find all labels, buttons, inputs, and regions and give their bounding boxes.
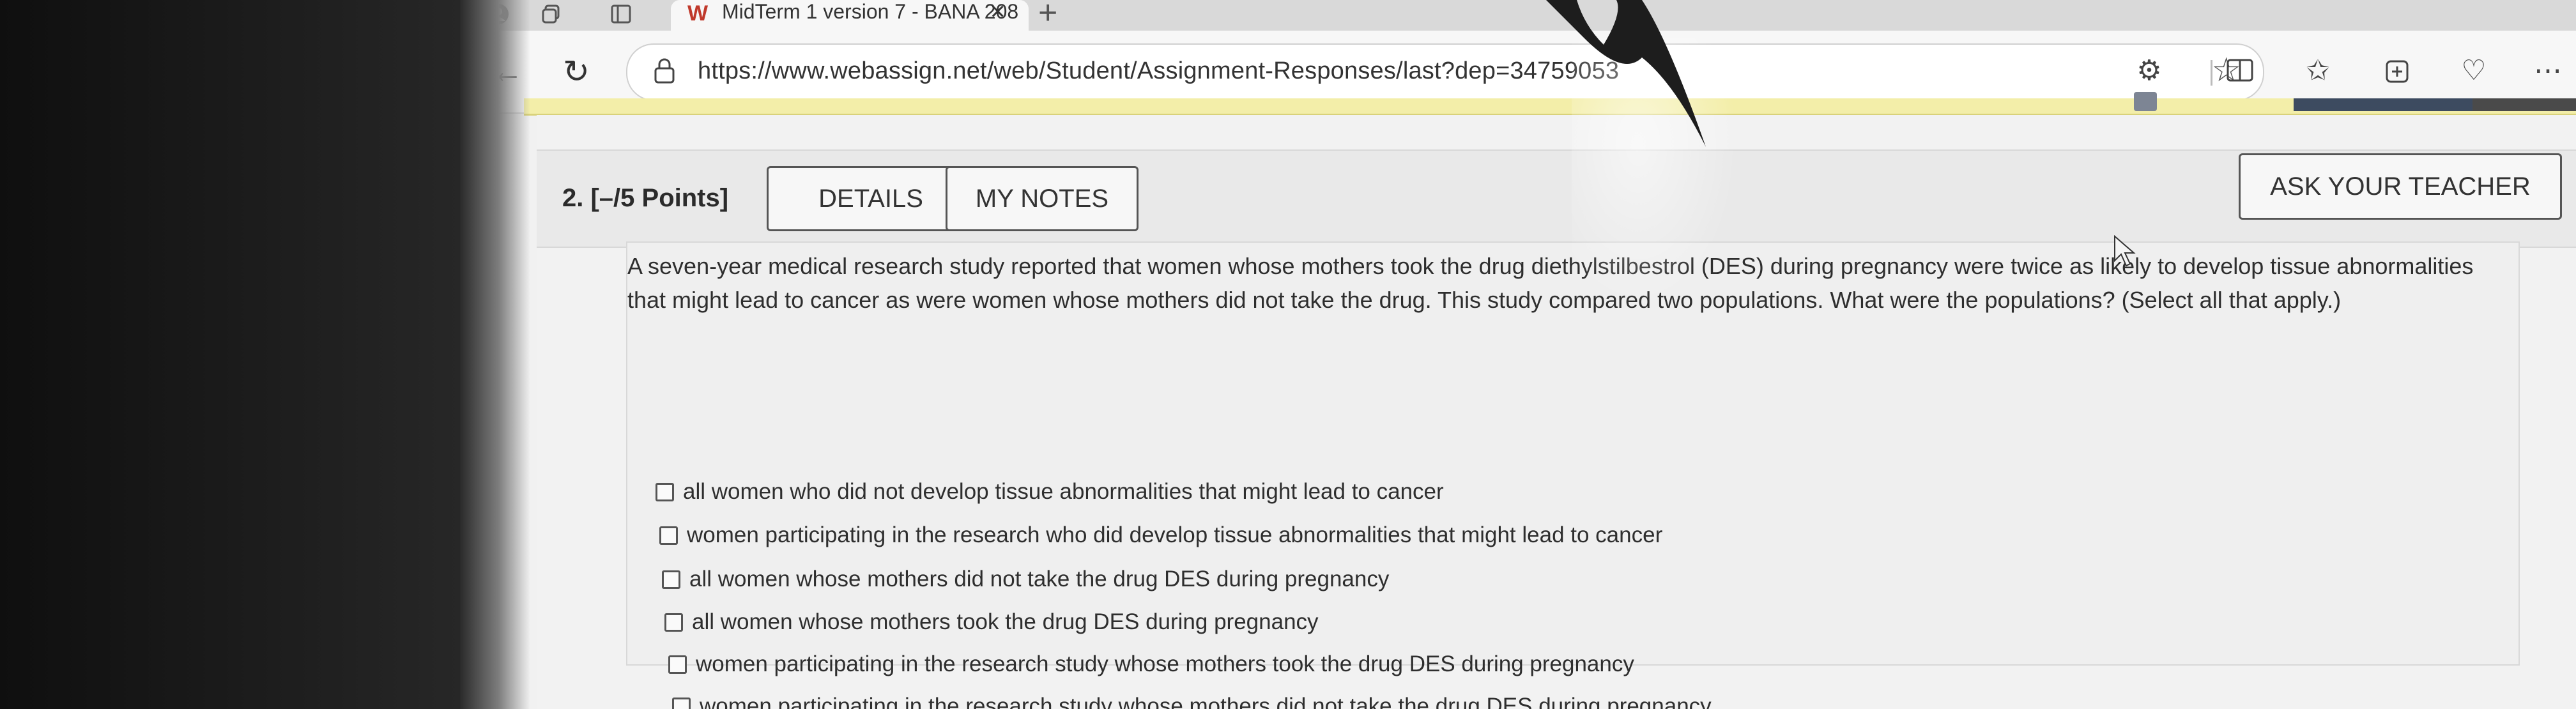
back-icon[interactable]: ←: [486, 50, 529, 93]
url-text[interactable]: https://www.webassign.net/web/Student/As…: [698, 57, 1619, 85]
option-3[interactable]: all women whose mothers did not take the…: [662, 567, 1389, 592]
details-button[interactable]: DETAILS: [767, 166, 975, 231]
response-banner: [524, 98, 2576, 116]
assignment-page: 2. [–/5 Points] DETAILS MY NOTES ASK YOU…: [537, 115, 2576, 709]
split-screen-icon[interactable]: [2220, 50, 2260, 91]
option-1[interactable]: all women who did not develop tissue abn…: [656, 479, 1444, 505]
toolbar-separator: [2211, 60, 2212, 86]
option-label: all women whose mothers took the drug DE…: [692, 609, 1319, 634]
my-notes-button[interactable]: MY NOTES: [946, 166, 1138, 231]
ask-your-teacher-button[interactable]: ASK YOUR TEACHER: [2239, 153, 2562, 220]
option-2[interactable]: women participating in the research who …: [659, 522, 1662, 548]
browser-essentials-icon[interactable]: ♡: [2453, 50, 2494, 91]
workspaces-icon[interactable]: [540, 1, 565, 27]
question-text: A seven-year medical research study repo…: [627, 253, 2474, 313]
laptop-bezel: [0, 0, 524, 709]
tab-actions-icon[interactable]: [608, 1, 634, 27]
favorites-icon[interactable]: ✩: [2297, 50, 2338, 91]
option-label: women participating in the research stud…: [700, 694, 1712, 709]
option-label: all women who did not develop tissue abn…: [683, 479, 1444, 504]
address-bar[interactable]: https://www.webassign.net/web/Student/As…: [626, 43, 2264, 101]
banner-strip-end: [2472, 98, 2576, 111]
option-label: all women whose mothers did not take the…: [689, 567, 1390, 591]
question-points-label: 2. [–/5 Points]: [562, 184, 729, 212]
option-6[interactable]: women participating in the research stud…: [672, 694, 1712, 709]
tab-bar: W MidTerm 1 version 7 - BANA 208 × +: [460, 0, 2576, 31]
webassign-favicon: W: [687, 1, 709, 26]
new-tab-icon[interactable]: +: [1038, 0, 1057, 32]
option-checkbox[interactable]: [659, 526, 678, 545]
option-checkbox[interactable]: [662, 570, 680, 589]
refresh-icon[interactable]: ↻: [555, 50, 598, 93]
active-tab[interactable]: W MidTerm 1 version 7 - BANA 208 ×: [671, 0, 1029, 31]
option-label: women participating in the research who …: [687, 522, 1663, 547]
collections-icon[interactable]: [2378, 50, 2419, 91]
profile-icon[interactable]: [486, 1, 511, 27]
option-checkbox[interactable]: [664, 613, 683, 632]
lock-icon[interactable]: [653, 57, 676, 88]
option-checkbox[interactable]: [656, 482, 674, 501]
more-icon[interactable]: ⋯: [2527, 50, 2568, 91]
question-body: A seven-year medical research study repo…: [626, 241, 2520, 709]
close-tab-icon[interactable]: ×: [990, 0, 1005, 26]
option-5[interactable]: women participating in the research stud…: [668, 652, 1634, 677]
extensions-icon[interactable]: ⚙: [2129, 50, 2170, 91]
chevron-down-icon[interactable]: [2134, 92, 2157, 111]
option-4[interactable]: all women whose mothers took the drug DE…: [664, 609, 1319, 635]
browser-window: W MidTerm 1 version 7 - BANA 208 × + ← ↻…: [460, 0, 2576, 709]
option-checkbox[interactable]: [668, 655, 687, 674]
option-label: women participating in the research stud…: [696, 652, 1634, 676]
tab-title: MidTerm 1 version 7 - BANA 208: [722, 0, 1019, 23]
question-header: 2. [–/5 Points] DETAILS MY NOTES ASK YOU…: [537, 149, 2576, 248]
option-checkbox[interactable]: [672, 697, 691, 709]
